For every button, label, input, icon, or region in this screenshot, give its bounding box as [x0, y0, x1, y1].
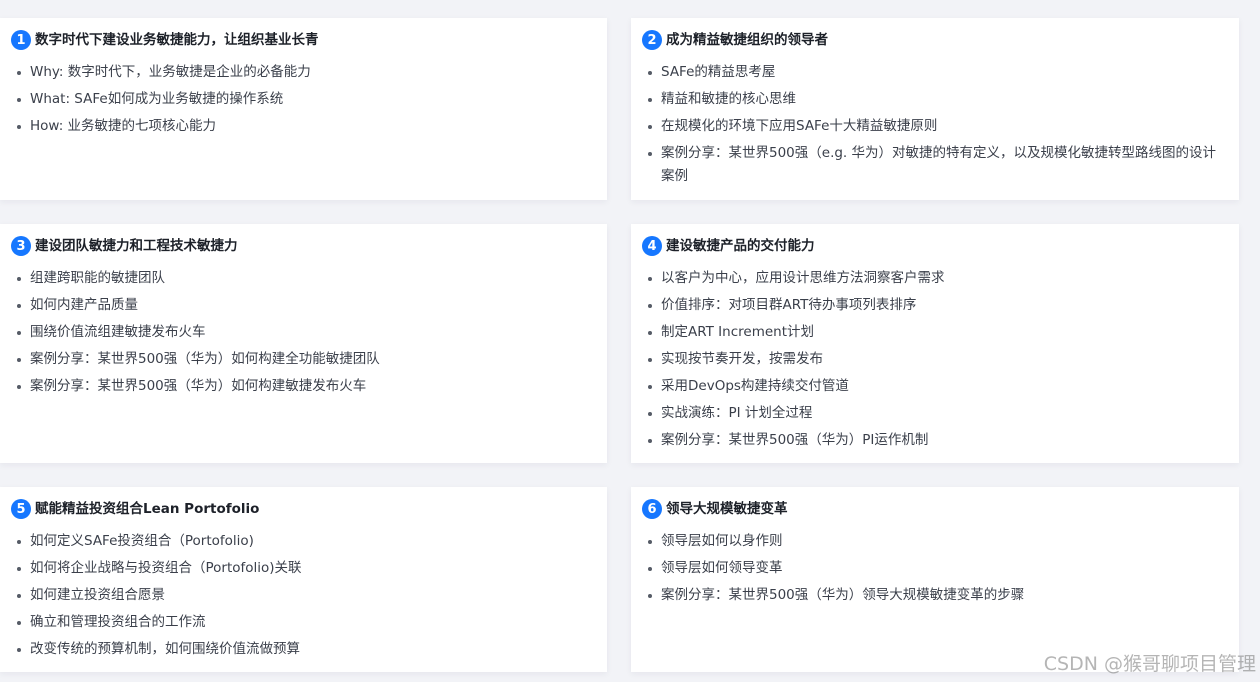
module-card-4: 4 建设敏捷产品的交付能力 以客户为中心，应用设计思维方法洞察客户需求 价值排序…: [631, 224, 1239, 463]
list-item: 在规模化的环境下应用SAFe十大精益敏捷原则: [648, 115, 1219, 138]
list-item: 以客户为中心，应用设计思维方法洞察客户需求: [648, 267, 1219, 290]
list-item: SAFe的精益思考屋: [648, 61, 1219, 84]
module-card-2: 2 成为精益敏捷组织的领导者 SAFe的精益思考屋 精益和敏捷的核心思维 在规模…: [631, 18, 1239, 200]
list-item: 案例分享：某世界500强（华为）PI运作机制: [648, 429, 1219, 452]
list-item: 实战演练：PI 计划全过程: [648, 402, 1219, 425]
watermark: CSDN @猴哥聊项目管理: [1043, 653, 1256, 675]
bullet-list: 以客户为中心，应用设计思维方法洞察客户需求 价值排序：对项目群ART待办事项列表…: [648, 267, 1219, 456]
list-item: 领导层如何以身作则: [648, 530, 1219, 553]
list-item: 案例分享：某世界500强（华为）如何构建全功能敏捷团队: [17, 348, 587, 371]
card-header: 2 成为精益敏捷组织的领导者: [642, 30, 828, 50]
module-card-6: 6 领导大规模敏捷变革 领导层如何以身作则 领导层如何领导变革 案例分享：某世界…: [631, 487, 1239, 672]
list-item: 如何内建产品质量: [17, 294, 587, 317]
bullet-list: SAFe的精益思考屋 精益和敏捷的核心思维 在规模化的环境下应用SAFe十大精益…: [648, 61, 1219, 192]
list-item: 如何定义SAFe投资组合（Portofolio): [17, 530, 587, 553]
list-item: 如何将企业战略与投资组合（Portofolio)关联: [17, 557, 587, 580]
list-item: 如何建立投资组合愿景: [17, 584, 587, 607]
card-header: 6 领导大规模敏捷变革: [642, 499, 788, 519]
list-item: 案例分享：某世界500强（e.g. 华为）对敏捷的特有定义，以及规模化敏捷转型路…: [648, 142, 1219, 188]
card-header: 1 数字时代下建设业务敏捷能力，让组织基业长青: [11, 30, 319, 50]
list-item: 确立和管理投资组合的工作流: [17, 611, 587, 634]
list-item: 围绕价值流组建敏捷发布火车: [17, 321, 587, 344]
list-item: Why: 数字时代下，业务敏捷是企业的必备能力: [17, 61, 587, 84]
list-item: 采用DevOps构建持续交付管道: [648, 375, 1219, 398]
number-badge-icon: 3: [11, 236, 31, 256]
list-item: 改变传统的预算机制，如何围绕价值流做预算: [17, 638, 587, 661]
card-header: 5 赋能精益投资组合Lean Portofolio: [11, 499, 259, 519]
list-item: 案例分享：某世界500强（华为）领导大规模敏捷变革的步骤: [648, 584, 1219, 607]
card-title: 赋能精益投资组合Lean Portofolio: [35, 501, 260, 517]
module-card-1: 1 数字时代下建设业务敏捷能力，让组织基业长青 Why: 数字时代下，业务敏捷是…: [0, 18, 607, 200]
list-item: What: SAFe如何成为业务敏捷的操作系统: [17, 88, 587, 111]
list-item: 制定ART Increment计划: [648, 321, 1219, 344]
card-title: 数字时代下建设业务敏捷能力，让组织基业长青: [35, 32, 319, 48]
list-item: 实现按节奏开发，按需发布: [648, 348, 1219, 371]
bullet-list: 如何定义SAFe投资组合（Portofolio) 如何将企业战略与投资组合（Po…: [17, 530, 587, 665]
card-title: 建设团队敏捷力和工程技术敏捷力: [35, 238, 238, 254]
list-item: 组建跨职能的敏捷团队: [17, 267, 587, 290]
module-card-3: 3 建设团队敏捷力和工程技术敏捷力 组建跨职能的敏捷团队 如何内建产品质量 围绕…: [0, 224, 607, 463]
list-item: 案例分享：某世界500强（华为）如何构建敏捷发布火车: [17, 375, 587, 398]
card-title: 成为精益敏捷组织的领导者: [666, 32, 828, 48]
bullet-list: 领导层如何以身作则 领导层如何领导变革 案例分享：某世界500强（华为）领导大规…: [648, 530, 1219, 611]
card-title: 建设敏捷产品的交付能力: [666, 238, 815, 254]
number-badge-icon: 5: [11, 499, 31, 519]
number-badge-icon: 1: [11, 30, 31, 50]
bullet-list: Why: 数字时代下，业务敏捷是企业的必备能力 What: SAFe如何成为业务…: [17, 61, 587, 142]
card-header: 4 建设敏捷产品的交付能力: [642, 236, 815, 256]
number-badge-icon: 4: [642, 236, 662, 256]
bullet-list: 组建跨职能的敏捷团队 如何内建产品质量 围绕价值流组建敏捷发布火车 案例分享：某…: [17, 267, 587, 402]
module-card-5: 5 赋能精益投资组合Lean Portofolio 如何定义SAFe投资组合（P…: [0, 487, 607, 672]
list-item: 价值排序：对项目群ART待办事项列表排序: [648, 294, 1219, 317]
list-item: 精益和敏捷的核心思维: [648, 88, 1219, 111]
number-badge-icon: 2: [642, 30, 662, 50]
list-item: How: 业务敏捷的七项核心能力: [17, 115, 587, 138]
list-item: 领导层如何领导变革: [648, 557, 1219, 580]
card-header: 3 建设团队敏捷力和工程技术敏捷力: [11, 236, 238, 256]
card-title: 领导大规模敏捷变革: [666, 501, 788, 517]
number-badge-icon: 6: [642, 499, 662, 519]
